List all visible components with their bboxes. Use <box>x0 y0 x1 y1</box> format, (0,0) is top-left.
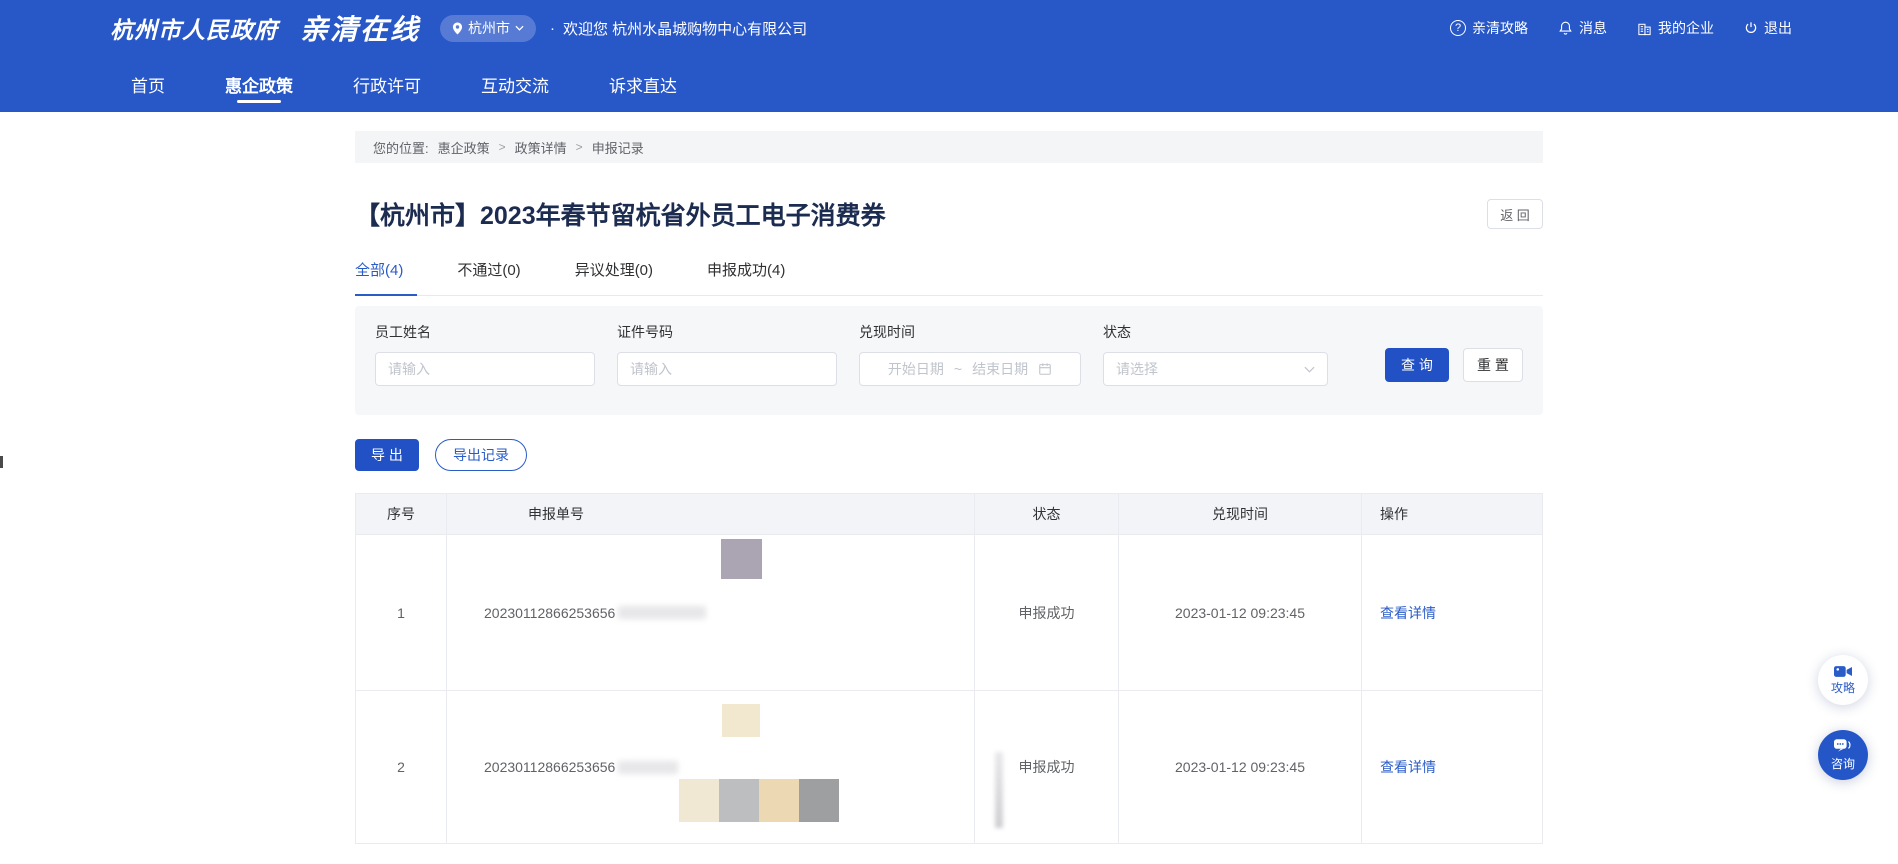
export-button[interactable]: 导 出 <box>355 439 419 471</box>
bell-icon <box>1558 20 1573 36</box>
nav-item-enterprise-policy[interactable]: 惠企政策 <box>225 56 293 112</box>
nav-item-home[interactable]: 首页 <box>131 56 165 112</box>
redacted-blur <box>618 606 706 619</box>
export-records-button[interactable]: 导出记录 <box>435 439 527 471</box>
employee-name-label: 员工姓名 <box>375 322 595 342</box>
reset-button[interactable]: 重 置 <box>1463 348 1523 382</box>
screen-edge-artifact <box>0 456 3 468</box>
guide-float-button[interactable]: 攻略 <box>1818 655 1868 705</box>
location-label: 杭州市 <box>468 18 510 38</box>
back-button[interactable]: 返 回 <box>1487 199 1543 229</box>
welcome-dot: · <box>550 20 555 37</box>
cert-number-input[interactable] <box>617 352 837 386</box>
chat-icon <box>1834 739 1852 754</box>
redeem-time-label: 兑现时间 <box>859 322 1081 342</box>
main-nav: 首页 惠企政策 行政许可 互动交流 诉求直达 <box>0 56 1898 112</box>
page-title: 【杭州市】2023年春节留杭省外员工电子消费券 <box>355 196 886 232</box>
status-select[interactable]: 请选择 <box>1103 352 1328 386</box>
date-range-picker[interactable]: 开始日期 ~ 结束日期 <box>859 352 1081 386</box>
breadcrumb: 您的位置: 惠企政策 > 政策详情 > 申报记录 <box>355 131 1543 163</box>
row-order-number: 20230112866253656 <box>447 691 975 843</box>
nav-item-admin-license[interactable]: 行政许可 <box>353 56 421 112</box>
question-circle-icon: ? <box>1450 20 1466 36</box>
col-index-header: 序号 <box>356 494 447 534</box>
status-select-placeholder: 请选择 <box>1116 359 1158 379</box>
guide-float-label: 攻略 <box>1831 679 1855 696</box>
breadcrumb-separator: > <box>576 140 583 154</box>
filter-cert-number: 证件号码 <box>617 322 837 399</box>
row-order-number: 20230112866253656 <box>447 535 975 690</box>
nav-item-appeal[interactable]: 诉求直达 <box>609 56 677 112</box>
row-index: 2 <box>356 691 447 843</box>
tab-objection[interactable]: 异议处理(0) <box>575 259 653 295</box>
messages-link-label: 消息 <box>1579 18 1607 38</box>
consult-float-label: 咨询 <box>1831 755 1855 772</box>
view-detail-link[interactable]: 查看详情 <box>1380 603 1436 623</box>
power-icon <box>1744 21 1758 35</box>
my-enterprise-link[interactable]: 我的企业 <box>1637 18 1714 38</box>
consult-float-button[interactable]: 咨询 <box>1818 730 1868 780</box>
building-icon <box>1637 21 1652 36</box>
nav-item-interaction[interactable]: 互动交流 <box>481 56 549 112</box>
tab-rejected[interactable]: 不通过(0) <box>457 259 520 295</box>
filter-employee-name: 员工姓名 <box>375 322 595 399</box>
guide-link-label: 亲清攻略 <box>1472 18 1528 38</box>
logout-link[interactable]: 退出 <box>1744 18 1792 38</box>
guide-link[interactable]: ? 亲清攻略 <box>1450 18 1528 38</box>
date-range-separator: ~ <box>954 361 962 377</box>
location-selector[interactable]: 杭州市 <box>440 15 536 42</box>
gov-logo: 杭州市人民政府 <box>110 11 278 45</box>
filter-status: 状态 请选择 <box>1103 322 1328 399</box>
logout-link-label: 退出 <box>1764 18 1792 38</box>
breadcrumb-separator: > <box>499 140 506 154</box>
calendar-icon <box>1038 362 1052 376</box>
chevron-down-icon <box>515 25 524 31</box>
row-index: 1 <box>356 535 447 690</box>
records-table: 序号 申报单号 状态 兑现时间 操作 1 20230112866253656 申… <box>355 493 1543 844</box>
title-row: 【杭州市】2023年春节留杭省外员工电子消费券 返 回 <box>355 196 1543 232</box>
location-pin-icon <box>452 22 463 35</box>
filter-buttons: 查 询 重 置 <box>1385 348 1523 382</box>
welcome-company: 欢迎您 杭州水晶城购物中心有限公司 <box>563 18 807 39</box>
row-redeem-time: 2023-01-12 09:23:45 <box>1119 691 1362 843</box>
start-date-placeholder: 开始日期 <box>888 359 944 379</box>
status-tabs: 全部(4) 不通过(0) 异议处理(0) 申报成功(4) <box>355 259 1543 296</box>
col-time-header: 兑现时间 <box>1119 494 1362 534</box>
col-status-header: 状态 <box>975 494 1119 534</box>
redacted-blur <box>618 761 678 774</box>
top-links: ? 亲清攻略 消息 我的企业 退出 <box>1450 18 1792 38</box>
employee-name-input[interactable] <box>375 352 595 386</box>
top-bar: 杭州市人民政府 亲清在线 杭州市 · 欢迎您 杭州水晶城购物中心有限公司 ? 亲… <box>0 0 1898 56</box>
row-status: 申报成功 <box>975 691 1119 843</box>
tab-success[interactable]: 申报成功(4) <box>707 259 785 295</box>
table-header: 序号 申报单号 状态 兑现时间 操作 <box>356 494 1542 534</box>
video-camera-icon <box>1834 665 1852 678</box>
status-label: 状态 <box>1103 322 1328 342</box>
welcome-text: · 欢迎您 杭州水晶城购物中心有限公司 <box>550 18 807 39</box>
col-action-header: 操作 <box>1362 494 1540 534</box>
filter-panel: 员工姓名 证件号码 兑现时间 开始日期 ~ 结束日期 状态 请选择 查 询 <box>355 306 1543 415</box>
breadcrumb-item-policy[interactable]: 惠企政策 <box>438 138 490 157</box>
filter-redeem-time: 兑现时间 开始日期 ~ 结束日期 <box>859 322 1081 399</box>
table-row: 1 20230112866253656 申报成功 2023-01-12 09:2… <box>356 534 1542 690</box>
breadcrumb-item-policy-detail[interactable]: 政策详情 <box>515 138 567 157</box>
export-toolbar: 导 出 导出记录 <box>355 439 1543 471</box>
view-detail-link[interactable]: 查看详情 <box>1380 757 1436 777</box>
table-row: 2 20230112866253656 申报成功 2023-01-12 09:2… <box>356 690 1542 844</box>
brand-logo: 亲清在线 <box>300 8 420 48</box>
cert-number-label: 证件号码 <box>617 322 837 342</box>
messages-link[interactable]: 消息 <box>1558 18 1607 38</box>
chevron-down-icon <box>1304 366 1315 373</box>
breadcrumb-prefix: 您的位置: <box>373 138 429 157</box>
search-button[interactable]: 查 询 <box>1385 348 1449 382</box>
breadcrumb-item-declare-records[interactable]: 申报记录 <box>592 138 644 157</box>
my-enterprise-link-label: 我的企业 <box>1658 18 1714 38</box>
row-redeem-time: 2023-01-12 09:23:45 <box>1119 535 1362 690</box>
end-date-placeholder: 结束日期 <box>972 359 1028 379</box>
row-status: 申报成功 <box>975 535 1119 690</box>
col-order-header: 申报单号 <box>447 494 975 534</box>
tab-all[interactable]: 全部(4) <box>355 259 403 295</box>
